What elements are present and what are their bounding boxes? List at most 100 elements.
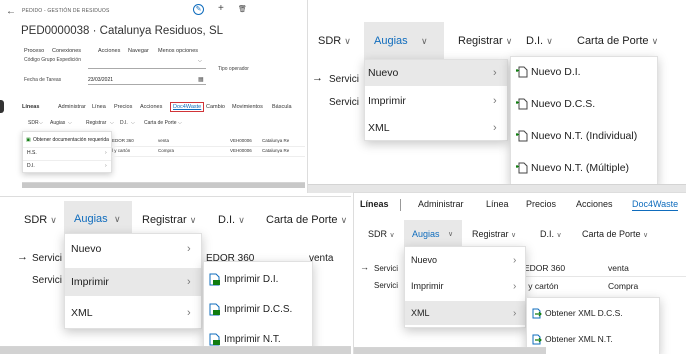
menu-item-nuevo-nt-individual[interactable]: Nuevo N.T. (Individual) (511, 123, 657, 149)
menu-item-xml[interactable]: XML › (405, 301, 525, 325)
subtab-carta-de-porte[interactable]: Carta de Porte (144, 120, 177, 126)
tab-label: Carta de Porte (582, 229, 641, 239)
field-grupo-input[interactable] (88, 63, 206, 69)
menu-item-imprimir[interactable]: Imprimir › (365, 89, 507, 113)
tab-augias-active[interactable]: Augias ∨ (404, 220, 462, 246)
menu-item-imprimir[interactable]: Imprimir › (65, 268, 201, 296)
tab-carta-de-porte[interactable]: Carta de Porte ∨ (266, 214, 347, 226)
tab-di[interactable]: D.I. ∨ (218, 214, 245, 226)
tab-sdr[interactable]: SDR ∨ (318, 35, 351, 47)
tab-linea[interactable]: Línea (486, 199, 509, 209)
tab-registrar[interactable]: Registrar ∨ (472, 229, 516, 239)
menu-item-hs[interactable]: H.S. › (23, 147, 111, 157)
action-navegar[interactable]: Navegar (128, 48, 149, 54)
back-arrow-icon[interactable]: ← (6, 6, 16, 17)
edit-icon[interactable]: ✎ (193, 4, 204, 15)
tab-lineas[interactable]: Líneas (22, 104, 39, 110)
tab-movimientos[interactable]: Movimientos (232, 104, 263, 110)
panel-augias-imprimir: SDR ∨ Augias ∨ Registrar ∨ D.I. ∨ Carta … (0, 196, 351, 354)
menu-item-nuevo[interactable]: Nuevo › (65, 236, 201, 262)
field-fecha-value[interactable]: 23/03/2021 (88, 77, 113, 83)
action-conexiones[interactable]: Conexiones (52, 48, 81, 54)
menu-item-obtener-xml-nt[interactable]: Obtener XML N.T. (527, 328, 659, 350)
nuevo-submenu: Nuevo D.I. Nuevo D.C.S. Nuevo N.T. (Indi… (510, 56, 658, 186)
menu-item-nuevo-dcs[interactable]: Nuevo D.C.S. (511, 91, 657, 117)
chevron-down-icon: ∨ (189, 215, 197, 225)
menu-item-imprimir[interactable]: Imprimir › (405, 275, 525, 297)
new-document-icon (516, 66, 528, 78)
arrow-right-icon: → (360, 262, 369, 272)
panel-order-page: ← PEDIDO - GESTIÓN DE RESIDUOS ✎ + 🗑 PED… (0, 0, 305, 196)
menu-item-xml[interactable]: XML › (65, 300, 201, 326)
menu-item-xml[interactable]: XML › (365, 116, 507, 140)
subtab-augias[interactable]: Augias (50, 120, 65, 126)
table-cell: EDOR 360 (524, 263, 566, 273)
menu-item-obtener-xml-dcs[interactable]: Obtener XML D.C.S. (527, 302, 659, 324)
chevron-down-icon: ∨ (643, 232, 649, 239)
table-row[interactable]: EDOR 360 venta VEH00006 Catalunya Re (112, 138, 305, 147)
horizontal-scrollbar[interactable] (22, 182, 305, 188)
tab-di[interactable]: D.I. ∨ (540, 229, 562, 239)
field-label-fecha: Fecha de Tareas (24, 77, 62, 83)
menu-item-label: XML (368, 122, 390, 134)
horizontal-scrollbar[interactable] (0, 346, 351, 354)
row-text: Servici (32, 253, 63, 264)
tab-doc4waste[interactable]: Doc4Waste (632, 199, 679, 211)
chevron-right-icon: › (513, 307, 517, 319)
menu-item-label: Nuevo D.I. (531, 66, 581, 78)
subtab-registrar[interactable]: Registrar (86, 120, 106, 126)
tab-acciones[interactable]: Acciones (140, 104, 162, 110)
tab-doc4waste[interactable]: Doc4Waste (170, 102, 205, 112)
tab-lineas[interactable]: Líneas (360, 199, 389, 209)
menu-item-imprimir-dcs[interactable]: Imprimir D.C.S. (204, 296, 312, 322)
delete-icon[interactable]: 🗑 (238, 5, 247, 13)
menu-item-label: Imprimir (71, 276, 109, 288)
chevron-right-icon: › (493, 122, 497, 134)
tab-registrar[interactable]: Registrar ∨ (142, 214, 196, 226)
tab-augias-active[interactable]: Augias ∨ (64, 201, 132, 233)
menu-item-label: XML (411, 308, 430, 318)
tab-label: Augias (374, 35, 408, 47)
menu-item-imprimir-di[interactable]: Imprimir D.I. (204, 266, 312, 292)
menu-item-label: Nuevo D.C.S. (531, 98, 596, 110)
menu-item-nuevo-di[interactable]: Nuevo D.I. (511, 59, 657, 85)
tab-registrar[interactable]: Registrar ∨ (458, 35, 512, 47)
tab-carta-de-porte[interactable]: Carta de Porte ∨ (582, 229, 648, 239)
breadcrumb: PEDIDO - GESTIÓN DE RESIDUOS (22, 8, 110, 14)
tab-sdr[interactable]: SDR ∨ (24, 214, 57, 226)
horizontal-scrollbar[interactable] (354, 347, 546, 354)
table-row[interactable]: l y cartón Compra VEH00006 Catalunya Re (112, 148, 305, 157)
new-document-icon (516, 162, 528, 174)
subtab-di[interactable]: D.I. (120, 120, 128, 126)
field-fecha-input[interactable] (88, 84, 206, 85)
chevron-down-icon[interactable]: ⌵ (198, 58, 202, 64)
tab-cambio[interactable]: Cambio (206, 104, 225, 110)
add-icon[interactable]: + (218, 4, 224, 14)
doc4waste-dropdown: ▣ Obtener documentación requerida H.S. ›… (22, 131, 112, 173)
row-text: Servici (329, 97, 360, 108)
menu-item-nuevo[interactable]: Nuevo › (365, 60, 507, 86)
table-cell: l y cartón (112, 148, 131, 153)
line-tabs: Líneas Administrar Línea Precios Accione… (354, 199, 686, 215)
action-proceso[interactable]: Proceso (24, 48, 44, 54)
action-acciones[interactable]: Acciones (98, 48, 120, 54)
tab-sdr[interactable]: SDR ∨ (368, 229, 395, 239)
tab-carta-de-porte[interactable]: Carta de Porte ∨ (577, 35, 658, 47)
tab-acciones[interactable]: Acciones (576, 199, 613, 209)
menu-item-nuevo[interactable]: Nuevo › (405, 249, 525, 271)
calendar-icon[interactable]: ▦ (198, 76, 204, 83)
menu-item-obtener-documentacion[interactable]: ▣ Obtener documentación requerida (23, 134, 111, 145)
menu-item-nuevo-nt-multiple[interactable]: Nuevo N.T. (Múltiple) (511, 155, 657, 181)
menu-item-di[interactable]: D.I. › (23, 160, 111, 170)
tab-precios[interactable]: Precios (114, 104, 132, 110)
tab-precios[interactable]: Precios (526, 199, 556, 209)
tab-administrar[interactable]: Administrar (58, 104, 86, 110)
tab-augias-active[interactable]: Augias ∨ (364, 22, 444, 60)
tab-bascula[interactable]: Báscula (272, 104, 292, 110)
subtab-sdr[interactable]: SDR (28, 120, 39, 126)
tab-linea[interactable]: Línea (92, 104, 106, 110)
menu-item-label: Obtener documentación requerida (33, 136, 109, 143)
action-menos-opciones[interactable]: Menos opciones (158, 48, 198, 54)
tab-administrar[interactable]: Administrar (418, 199, 464, 209)
tab-di[interactable]: D.I. ∨ (526, 35, 553, 47)
